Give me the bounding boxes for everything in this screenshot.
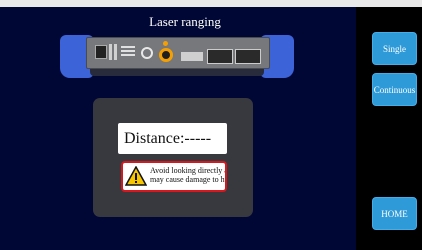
connector-icon <box>141 47 153 59</box>
port-icon <box>235 49 261 64</box>
vent-icon <box>121 54 135 56</box>
warning-line-1: Avoid looking directly at <box>150 166 227 175</box>
laser-rangefinder-device-image <box>60 35 294 78</box>
warning-line-2: may cause damage to hu <box>150 175 227 184</box>
power-port-icon <box>95 45 107 59</box>
indicator-light-icon <box>163 41 168 46</box>
top-bar <box>0 0 422 7</box>
warning-text: Avoid looking directly at may cause dama… <box>150 166 227 184</box>
warning-triangle-icon <box>125 166 147 186</box>
laser-lens-icon <box>159 48 173 62</box>
laser-warning-notice: Avoid looking directly at may cause dama… <box>121 161 227 192</box>
vent-icon <box>121 46 135 48</box>
home-button[interactable]: HOME <box>372 197 417 230</box>
continuous-button[interactable]: Continuous <box>372 73 417 106</box>
slot-icon <box>114 44 117 60</box>
port-icon <box>207 49 233 64</box>
device-body <box>86 37 270 69</box>
port-icon <box>181 52 203 61</box>
single-button[interactable]: Single <box>372 32 417 65</box>
distance-readout: Distance:----- <box>118 123 227 154</box>
vent-icon <box>121 50 135 52</box>
measurement-panel <box>93 98 253 217</box>
page-title: Laser ranging <box>149 14 221 29</box>
device-lower-edge <box>90 68 264 76</box>
slot-icon <box>109 44 112 60</box>
